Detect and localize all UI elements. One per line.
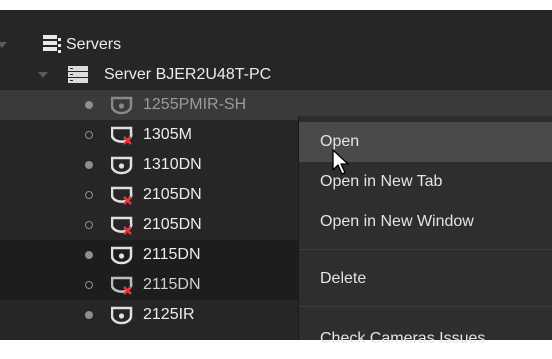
servers-icon <box>43 35 61 53</box>
camera-icon <box>111 246 133 265</box>
tree-item-servers[interactable]: Servers <box>0 30 552 60</box>
status-online-icon <box>85 311 93 319</box>
camera-label: 2125IR <box>143 306 195 323</box>
camera-disabled-icon <box>111 186 133 205</box>
camera-icon <box>111 96 133 115</box>
camera-label: 2115DN <box>143 246 201 263</box>
tree-item-label: Server BJER2U48T-PC <box>104 66 272 83</box>
server-icon <box>68 66 88 83</box>
camera-label: 1310DN <box>143 156 202 173</box>
menu-item-label: Open in New Window <box>320 213 474 230</box>
expand-arrow-icon[interactable] <box>38 72 48 78</box>
camera-icon <box>111 306 133 325</box>
status-online-icon <box>85 101 93 109</box>
status-online-icon <box>85 161 93 169</box>
status-offline-icon <box>85 221 93 229</box>
menu-item-label: Check Cameras Issues <box>320 330 486 347</box>
menu-separator <box>299 249 552 250</box>
camera-icon <box>111 156 133 175</box>
tree-item-label: Servers <box>66 36 122 53</box>
tree-item-server[interactable]: Server BJER2U48T-PC <box>0 60 552 90</box>
menu-item-open-in-new-window[interactable]: Open in New Window <box>299 202 552 242</box>
camera-disabled-icon <box>111 126 133 145</box>
camera-label: 1305M <box>143 126 192 143</box>
camera-label: 2115DN <box>143 276 201 293</box>
mouse-cursor-icon <box>332 149 349 175</box>
camera-disabled-icon <box>111 276 133 295</box>
expand-arrow-icon[interactable] <box>0 42 7 48</box>
camera-label: 1255PMIR-SH <box>143 96 247 113</box>
camera-label: 2105DN <box>143 186 202 203</box>
menu-item-delete[interactable]: Delete <box>299 259 552 299</box>
menu-separator <box>299 306 552 307</box>
status-offline-icon <box>85 191 93 199</box>
camera-label: 2105DN <box>143 216 202 233</box>
status-online-icon <box>85 251 93 259</box>
status-offline-icon <box>85 131 93 139</box>
camera-disabled-icon <box>111 216 133 235</box>
status-offline-icon <box>85 281 93 289</box>
menu-item-label: Delete <box>320 270 367 287</box>
menu-item-check-cameras-issues[interactable]: Check Cameras Issues <box>299 319 552 359</box>
